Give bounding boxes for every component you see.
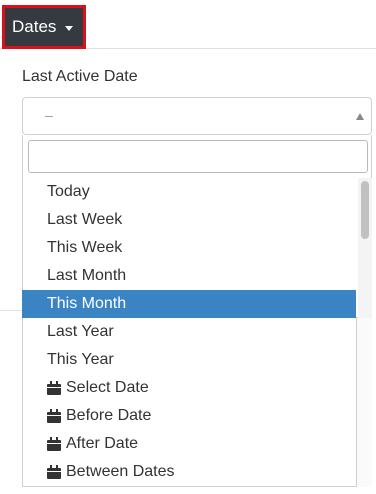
option-label: After Date [66,435,139,452]
divider [0,310,22,311]
option-this-week[interactable]: This Week [22,234,356,262]
last-active-date-label: Last Active Date [22,68,138,85]
lower-scrollbar[interactable] [356,318,372,487]
dropdown-search-input[interactable] [28,140,368,173]
option-label: This Month [47,295,127,312]
option-select-date[interactable]: Select Date [22,374,356,402]
select-arrow-icon [356,113,364,120]
option-before-date[interactable]: Before Date [22,402,356,430]
last-active-date-select[interactable]: – [22,97,372,135]
option-label: This Year [47,351,114,368]
calendar-icon [47,437,61,451]
option-last-year[interactable]: Last Year [22,318,356,346]
dates-dropdown-button[interactable]: Dates [2,5,86,49]
option-label: Select Date [66,379,149,396]
dates-button-label: Dates [12,17,57,36]
calendar-icon [47,409,61,423]
option-last-month[interactable]: Last Month [22,262,356,290]
option-today[interactable]: Today [22,178,356,206]
option-this-year[interactable]: This Year [22,346,356,374]
top-bar: Dates [0,0,376,49]
scrollbar-thumb[interactable] [361,181,369,239]
option-label: Last Year [47,323,114,340]
calendar-icon [47,465,61,479]
dropdown-scrollbar[interactable] [358,178,372,318]
option-after-date[interactable]: After Date [22,430,356,458]
option-label: Last Week [47,211,123,228]
option-label: Between Dates [66,463,175,480]
option-last-week[interactable]: Last Week [22,206,356,234]
option-label: Last Month [47,267,127,284]
option-label: Before Date [66,407,152,424]
option-this-month[interactable]: This Month [22,290,356,318]
select-current-value: – [45,107,53,123]
calendar-icon [47,381,61,395]
caret-down-icon [65,25,74,31]
option-between-dates[interactable]: Between Dates [22,458,356,486]
option-label: Today [47,183,90,200]
option-label: This Week [47,239,123,256]
